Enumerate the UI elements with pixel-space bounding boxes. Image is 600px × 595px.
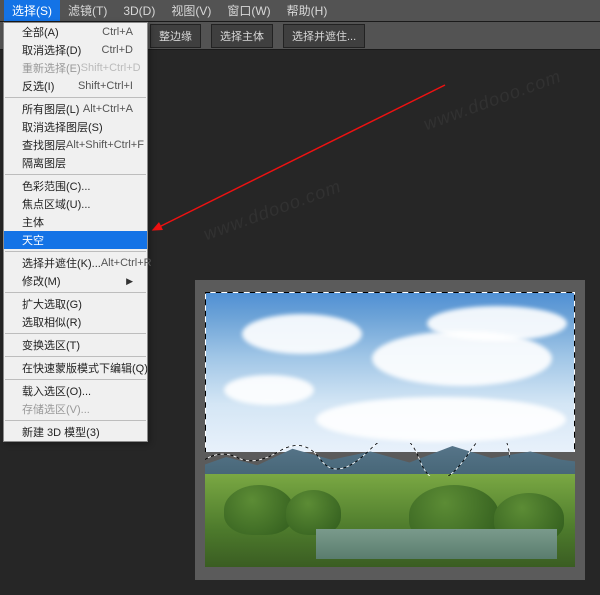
menu-separator <box>5 174 146 175</box>
menu-item-label: 色彩范围(C)... <box>22 178 90 194</box>
menu-item-label: 天空 <box>22 232 44 248</box>
menu-item-label: 取消选择图层(S) <box>22 119 103 135</box>
menu-item-shortcut: Shift+Ctrl+I <box>78 80 133 92</box>
menu-item-shortcut: Alt+Shift+Ctrl+F <box>66 139 144 151</box>
menu-item[interactable]: 在快速蒙版模式下编辑(Q) <box>4 359 147 377</box>
image-canvas[interactable] <box>205 292 575 567</box>
menu-separator <box>5 97 146 98</box>
menu-view[interactable]: 视图(V) <box>163 0 219 21</box>
menu-item-shortcut: Alt+Ctrl+A <box>83 103 133 115</box>
menu-item[interactable]: 色彩范围(C)... <box>4 177 147 195</box>
menu-item[interactable]: 扩大选取(G) <box>4 295 147 313</box>
menu-help[interactable]: 帮助(H) <box>279 0 336 21</box>
option-select-and-mask[interactable]: 选择并遮住... <box>283 24 365 48</box>
menu-separator <box>5 251 146 252</box>
menu-item[interactable]: 选取相似(R) <box>4 313 147 331</box>
menu-item-label: 焦点区域(U)... <box>22 196 90 212</box>
menu-item[interactable]: 选择并遮住(K)...Alt+Ctrl+R <box>4 254 147 272</box>
menu-item: 重新选择(E)Shift+Ctrl+D <box>4 59 147 77</box>
selection-marquee <box>205 292 575 452</box>
menu-item-label: 隔离图层 <box>22 155 66 171</box>
menu-item-label: 在快速蒙版模式下编辑(Q) <box>22 360 148 376</box>
menu-item-label: 重新选择(E) <box>22 60 81 76</box>
menu-filter[interactable]: 滤镜(T) <box>60 0 115 21</box>
menu-item-label: 取消选择(D) <box>22 42 81 58</box>
menu-item[interactable]: 天空 <box>4 231 147 249</box>
menu-item[interactable]: 所有图层(L) Alt+Ctrl+A <box>4 100 147 118</box>
option-select-subject[interactable]: 选择主体 <box>211 24 273 48</box>
menu-item-label: 变换选区(T) <box>22 337 80 353</box>
menu-item-label: 存储选区(V)... <box>22 401 90 417</box>
menu-item-shortcut: Alt+Ctrl+R <box>101 257 152 269</box>
menu-item-shortcut: Ctrl+A <box>102 26 133 38</box>
menu-item: 存储选区(V)... <box>4 400 147 418</box>
menu-item-label: 扩大选取(G) <box>22 296 82 312</box>
menu-item[interactable]: 载入选区(O)... <box>4 382 147 400</box>
option-refine-edge[interactable]: 整边缘 <box>150 24 201 48</box>
menu-bar: 选择(S)滤镜(T)3D(D)视图(V)窗口(W)帮助(H) <box>0 0 600 22</box>
canvas-panel <box>195 280 585 580</box>
menu-item[interactable]: 全部(A) Ctrl+A <box>4 23 147 41</box>
selection-marquee-edge <box>205 443 510 476</box>
menu-item[interactable]: 取消选择图层(S) <box>4 118 147 136</box>
menu-separator <box>5 420 146 421</box>
menu-item-label: 载入选区(O)... <box>22 383 91 399</box>
select-menu-dropdown: 全部(A)Ctrl+A取消选择(D)Ctrl+D重新选择(E)Shift+Ctr… <box>3 22 148 442</box>
menu-item[interactable]: 取消选择(D) Ctrl+D <box>4 41 147 59</box>
menu-item[interactable]: 隔离图层 <box>4 154 147 172</box>
menu-item-label: 查找图层 <box>22 137 66 153</box>
menu-item[interactable]: 修改(M) ▶ <box>4 272 147 290</box>
menu-separator <box>5 379 146 380</box>
menu-separator <box>5 356 146 357</box>
menu-item-label: 选择并遮住(K)... <box>22 255 101 271</box>
menu-item-label: 新建 3D 模型(3) <box>22 424 100 440</box>
menu-window[interactable]: 窗口(W) <box>219 0 278 21</box>
menu-separator <box>5 292 146 293</box>
menu-item-label: 主体 <box>22 214 44 230</box>
menu-item[interactable]: 新建 3D 模型(3) <box>4 423 147 441</box>
menu-item-label: 修改(M) <box>22 273 61 289</box>
submenu-arrow-icon: ▶ <box>126 276 133 287</box>
menu-item-label: 全部(A) <box>22 24 59 40</box>
menu-item-label: 所有图层(L) <box>22 101 79 117</box>
menu-item[interactable]: 焦点区域(U)... <box>4 195 147 213</box>
menu-item[interactable]: 变换选区(T) <box>4 336 147 354</box>
menu-item-shortcut: Shift+Ctrl+D <box>81 62 141 74</box>
menu-3d[interactable]: 3D(D) <box>115 2 163 20</box>
menu-item[interactable]: 主体 <box>4 213 147 231</box>
menu-item-shortcut: Ctrl+D <box>102 44 133 56</box>
menu-separator <box>5 333 146 334</box>
menu-item-label: 选取相似(R) <box>22 314 81 330</box>
menu-item-label: 反选(I) <box>22 78 54 94</box>
menu-select[interactable]: 选择(S) <box>4 0 60 21</box>
menu-item[interactable]: 反选(I) Shift+Ctrl+I <box>4 77 147 95</box>
image-water <box>316 529 557 559</box>
menu-item[interactable]: 查找图层Alt+Shift+Ctrl+F <box>4 136 147 154</box>
